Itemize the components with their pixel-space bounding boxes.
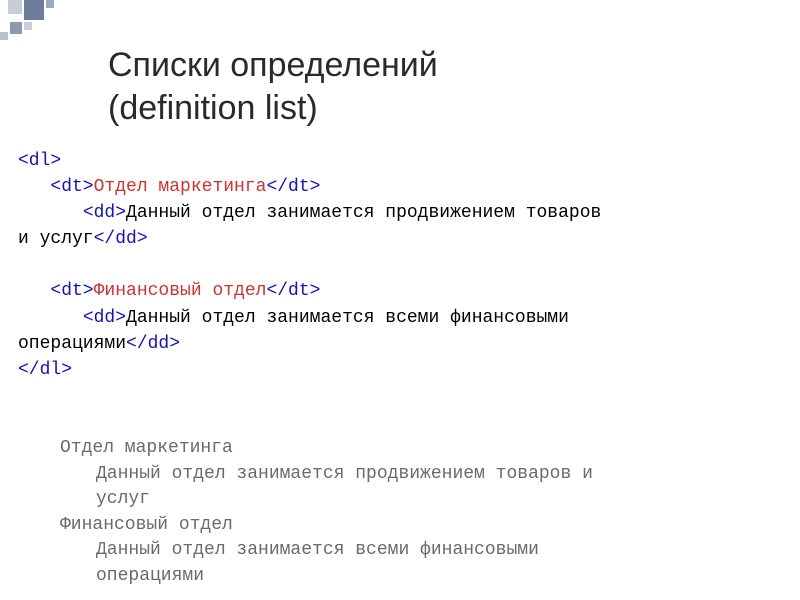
dd1-text-a: Данный отдел занимается продвижением тов… — [126, 203, 601, 223]
tag-dl-close: </dl> — [18, 360, 72, 380]
tag-dl-open: <dl> — [18, 151, 61, 171]
tag-dd-open-2: <dd> — [83, 308, 126, 328]
output-dd2-b: операциями — [96, 564, 760, 590]
deco-square — [8, 0, 22, 14]
title-line-1: Списки определений — [108, 46, 438, 84]
dt2-text: Финансовый отдел — [94, 281, 267, 301]
deco-square — [24, 0, 44, 20]
deco-square — [24, 22, 32, 30]
tag-dt-close-2: </dt> — [266, 281, 320, 301]
tag-dd-close: </dd> — [94, 229, 148, 249]
tag-dt-open: <dt> — [50, 177, 93, 197]
output-dd1-a: Данный отдел занимается продвижением тов… — [96, 462, 760, 488]
tag-dd-close-2: </dd> — [126, 334, 180, 354]
tag-dd-open: <dd> — [83, 203, 126, 223]
dd1-text-b: и услуг — [18, 229, 94, 249]
deco-square — [10, 22, 22, 34]
output-dd1-b: услуг — [96, 487, 760, 513]
slide-title: Списки определений (definition list) — [108, 44, 438, 129]
tag-dt-open-2: <dt> — [50, 281, 93, 301]
slide-corner-decoration — [0, 0, 100, 50]
deco-square — [46, 0, 54, 8]
dd2-text-a: Данный отдел занимается всеми финансовым… — [126, 308, 569, 328]
output-dd2-a: Данный отдел занимается всеми финансовым… — [96, 538, 760, 564]
title-line-2: (definition list) — [108, 89, 318, 127]
output-dt2: Финансовый отдел — [60, 513, 760, 539]
output-dt1: Отдел маркетинга — [60, 436, 760, 462]
deco-square — [0, 32, 8, 40]
code-example: <dl> <dt>Отдел маркетинга</dt> <dd>Данны… — [18, 148, 782, 383]
rendered-output: Отдел маркетинга Данный отдел занимается… — [60, 436, 760, 589]
dd2-text-b: операциями — [18, 334, 126, 354]
dt1-text: Отдел маркетинга — [94, 177, 267, 197]
tag-dt-close: </dt> — [266, 177, 320, 197]
